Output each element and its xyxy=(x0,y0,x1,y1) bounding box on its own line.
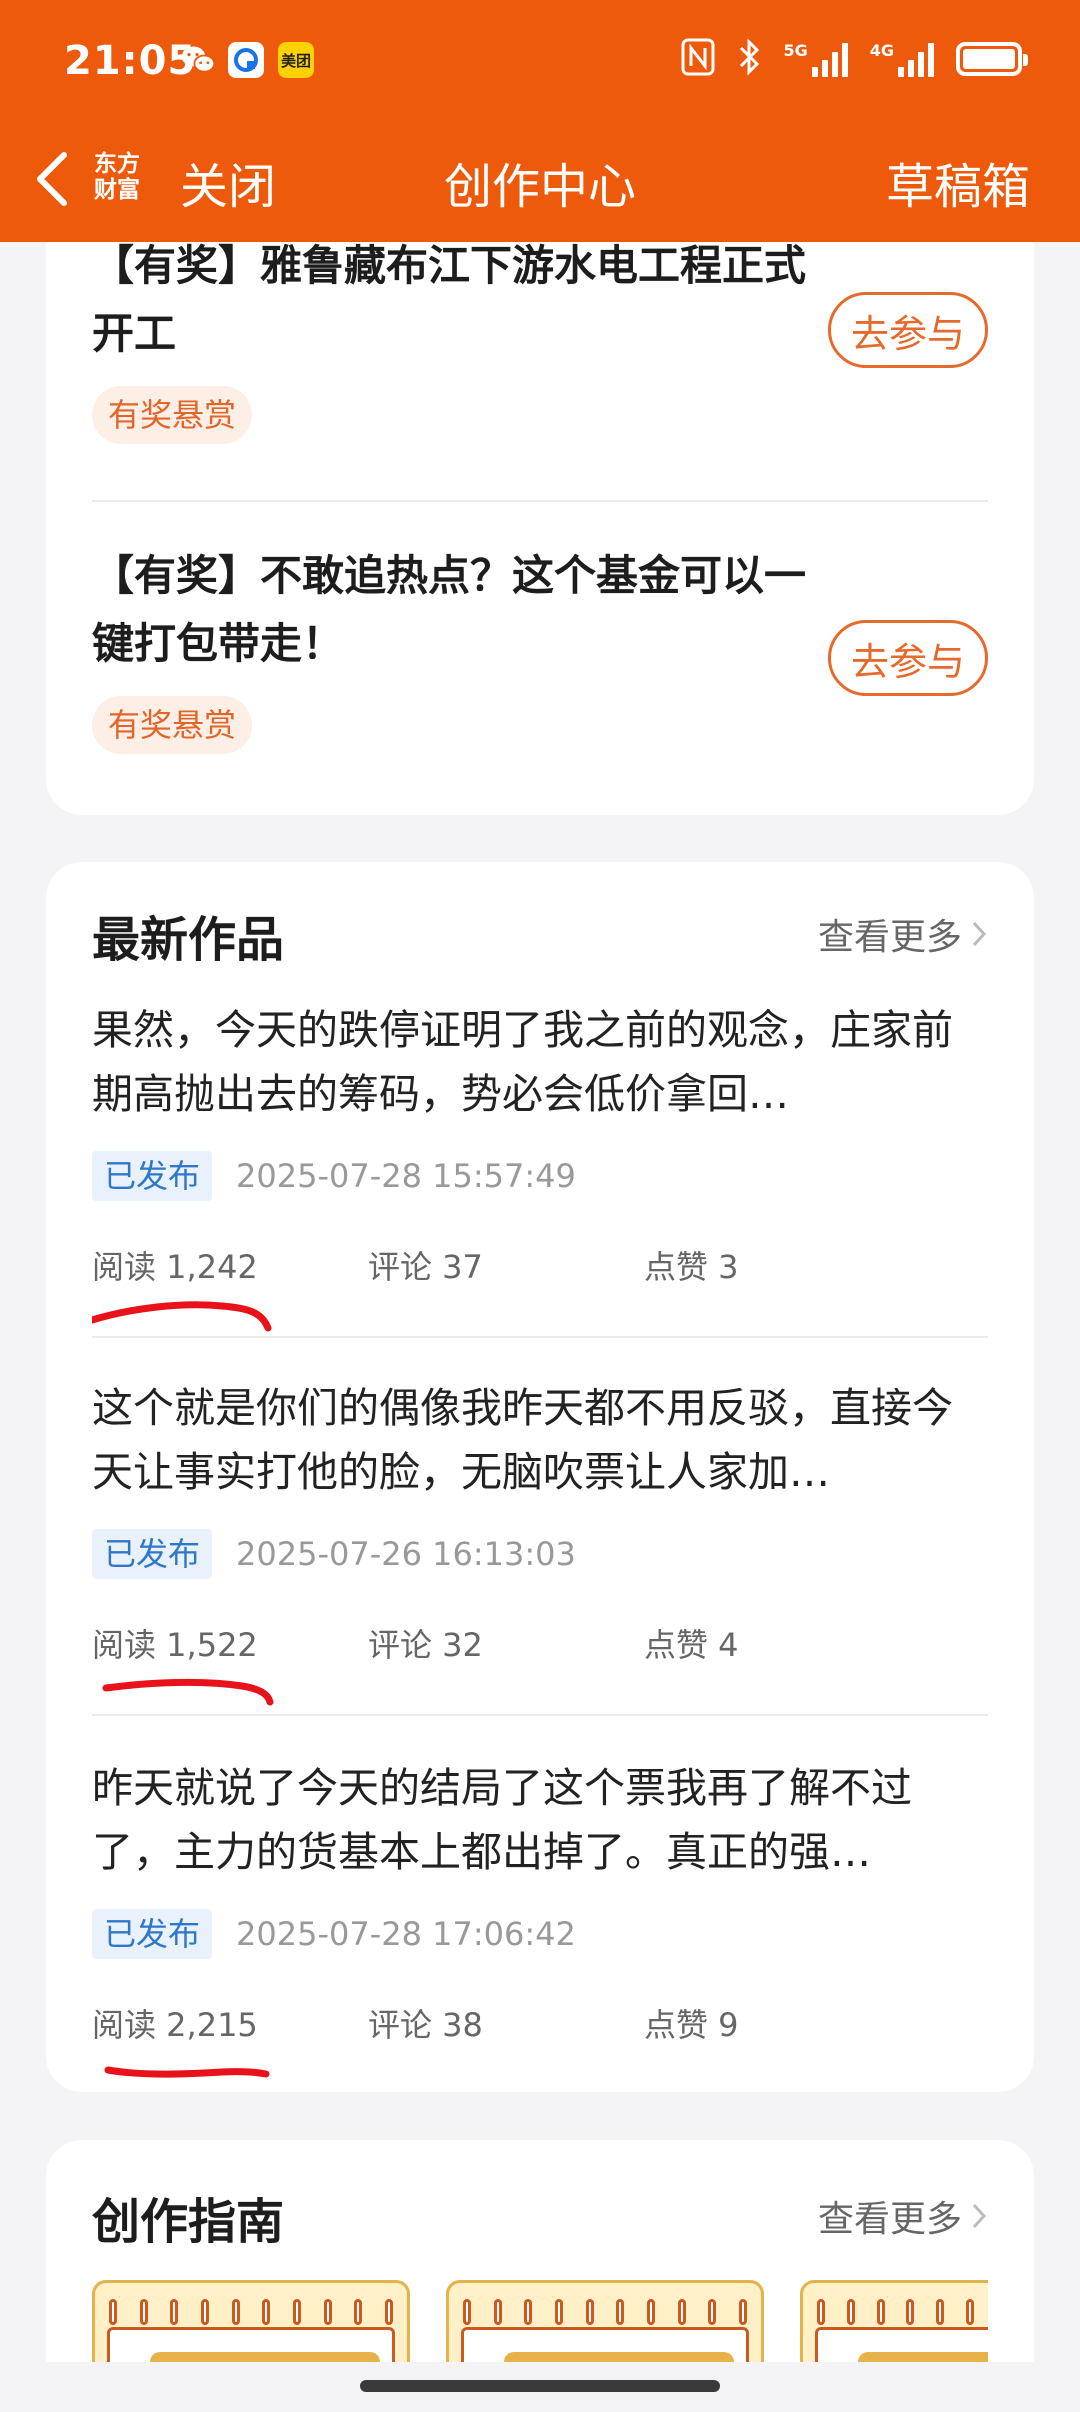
like-count: 点赞 3 xyxy=(644,1248,739,1286)
wechat-icon xyxy=(180,42,216,78)
work-item[interactable]: 果然，今天的跌停证明了我之前的观念，庄家前期高抛出去的筹码，势必会低价拿回… 已… xyxy=(92,998,988,1332)
divider xyxy=(92,500,988,502)
red-underline-annotation xyxy=(102,1678,274,1706)
activities-card: 【有奖】雅鲁藏布江下游水电工程正式开工 有奖悬赏 去参与 【有奖】不敢追热点？这… xyxy=(46,241,1034,815)
status-bar: 21:05 美团 5G 4G xyxy=(0,0,1080,125)
join-button[interactable]: 去参与 xyxy=(828,292,988,368)
status-badge: 已发布 xyxy=(92,1529,213,1579)
latest-works-header: 最新作品 查看更多 xyxy=(92,900,988,980)
publish-time: 2025-07-28 15:57:49 xyxy=(236,1157,576,1195)
comment-count: 评论 32 xyxy=(368,1626,483,1664)
work-excerpt: 昨天就说了今天的结局了这个票我再了解不过了，主力的货基本上都出掉了。真正的强… xyxy=(92,1764,912,1876)
nfc-icon xyxy=(681,38,715,80)
red-underline-annotation xyxy=(92,1301,272,1332)
comment-count: 评论 38 xyxy=(368,2006,483,2044)
status-badge: 已发布 xyxy=(92,1151,213,1201)
publish-time: 2025-07-26 16:13:03 xyxy=(236,1535,576,1573)
signal-5g-icon: 5G xyxy=(783,41,848,77)
join-button[interactable]: 去参与 xyxy=(828,620,988,696)
view-more-link[interactable]: 查看更多 xyxy=(818,2190,988,2242)
home-indicator[interactable] xyxy=(360,2380,720,2392)
comment-count: 评论 37 xyxy=(368,1248,483,1286)
activity-title: 【有奖】雅鲁藏布江下游水电工程正式开工 xyxy=(92,241,807,358)
read-count: 阅读 1,522 xyxy=(92,1626,258,1664)
bank-app-icon xyxy=(228,42,264,78)
signal-4g-icon: 4G xyxy=(870,41,934,77)
publish-time: 2025-07-28 17:06:42 xyxy=(236,1915,576,1953)
divider xyxy=(92,1336,988,1338)
work-excerpt: 果然，今天的跌停证明了我之前的观念，庄家前期高抛出去的筹码，势必会低价拿回… xyxy=(92,1006,953,1118)
reward-tag: 有奖悬赏 xyxy=(92,696,253,754)
red-underline-annotation xyxy=(104,2066,270,2078)
section-title: 创作指南 xyxy=(92,2194,285,2250)
nav-bar: 东方 财富 关闭 创作中心 草稿箱 xyxy=(0,125,1080,242)
drafts-button[interactable]: 草稿箱 xyxy=(886,147,1030,217)
guide-header: 创作指南 查看更多 xyxy=(92,2182,988,2262)
work-item[interactable]: 这个就是你们的偶像我昨天都不用反驳，直接今天让事实打他的脸，无脑吹票让人家加… … xyxy=(92,1376,988,1706)
latest-works-card: 最新作品 查看更多 果然，今天的跌停证明了我之前的观念，庄家前期高抛出去的筹码，… xyxy=(46,862,1034,2092)
app-header: 21:05 美团 5G 4G 东方 财富 关闭 创作中心 草稿箱 xyxy=(0,0,1080,242)
status-badge: 已发布 xyxy=(92,1909,213,1959)
divider xyxy=(92,1714,988,1716)
work-stats: 阅读 1,242 评论 37 点赞 3 xyxy=(92,1242,988,1332)
meituan-icon: 美团 xyxy=(278,42,314,78)
view-more-link[interactable]: 查看更多 xyxy=(818,908,988,960)
work-stats: 阅读 1,522 评论 32 点赞 4 xyxy=(92,1620,988,1706)
bluetooth-icon xyxy=(737,38,761,80)
activity-item[interactable]: 【有奖】不敢追热点？这个基金可以一键打包带走！ 有奖悬赏 去参与 xyxy=(92,542,988,782)
work-excerpt: 这个就是你们的偶像我昨天都不用反驳，直接今天让事实打他的脸，无脑吹票让人家加… xyxy=(92,1384,953,1496)
chevron-right-icon xyxy=(972,2203,987,2229)
status-time: 21:05 xyxy=(64,38,197,84)
status-icons: 5G 4G xyxy=(681,38,1028,80)
like-count: 点赞 4 xyxy=(644,1626,739,1664)
battery-icon xyxy=(956,42,1028,76)
read-count: 阅读 1,242 xyxy=(92,1248,258,1286)
read-count: 阅读 2,215 xyxy=(92,2006,258,2044)
reward-tag: 有奖悬赏 xyxy=(92,386,253,444)
work-item[interactable]: 昨天就说了今天的结局了这个票我再了解不过了，主力的货基本上都出掉了。真正的强… … xyxy=(92,1756,988,2078)
like-count: 点赞 9 xyxy=(644,2006,739,2044)
activity-item[interactable]: 【有奖】雅鲁藏布江下游水电工程正式开工 有奖悬赏 去参与 xyxy=(92,232,988,462)
section-title: 最新作品 xyxy=(92,912,285,968)
work-stats: 阅读 2,215 评论 38 点赞 9 xyxy=(92,2000,988,2078)
chevron-right-icon xyxy=(972,921,987,947)
activity-title: 【有奖】不敢追热点？这个基金可以一键打包带走！ xyxy=(92,551,807,668)
